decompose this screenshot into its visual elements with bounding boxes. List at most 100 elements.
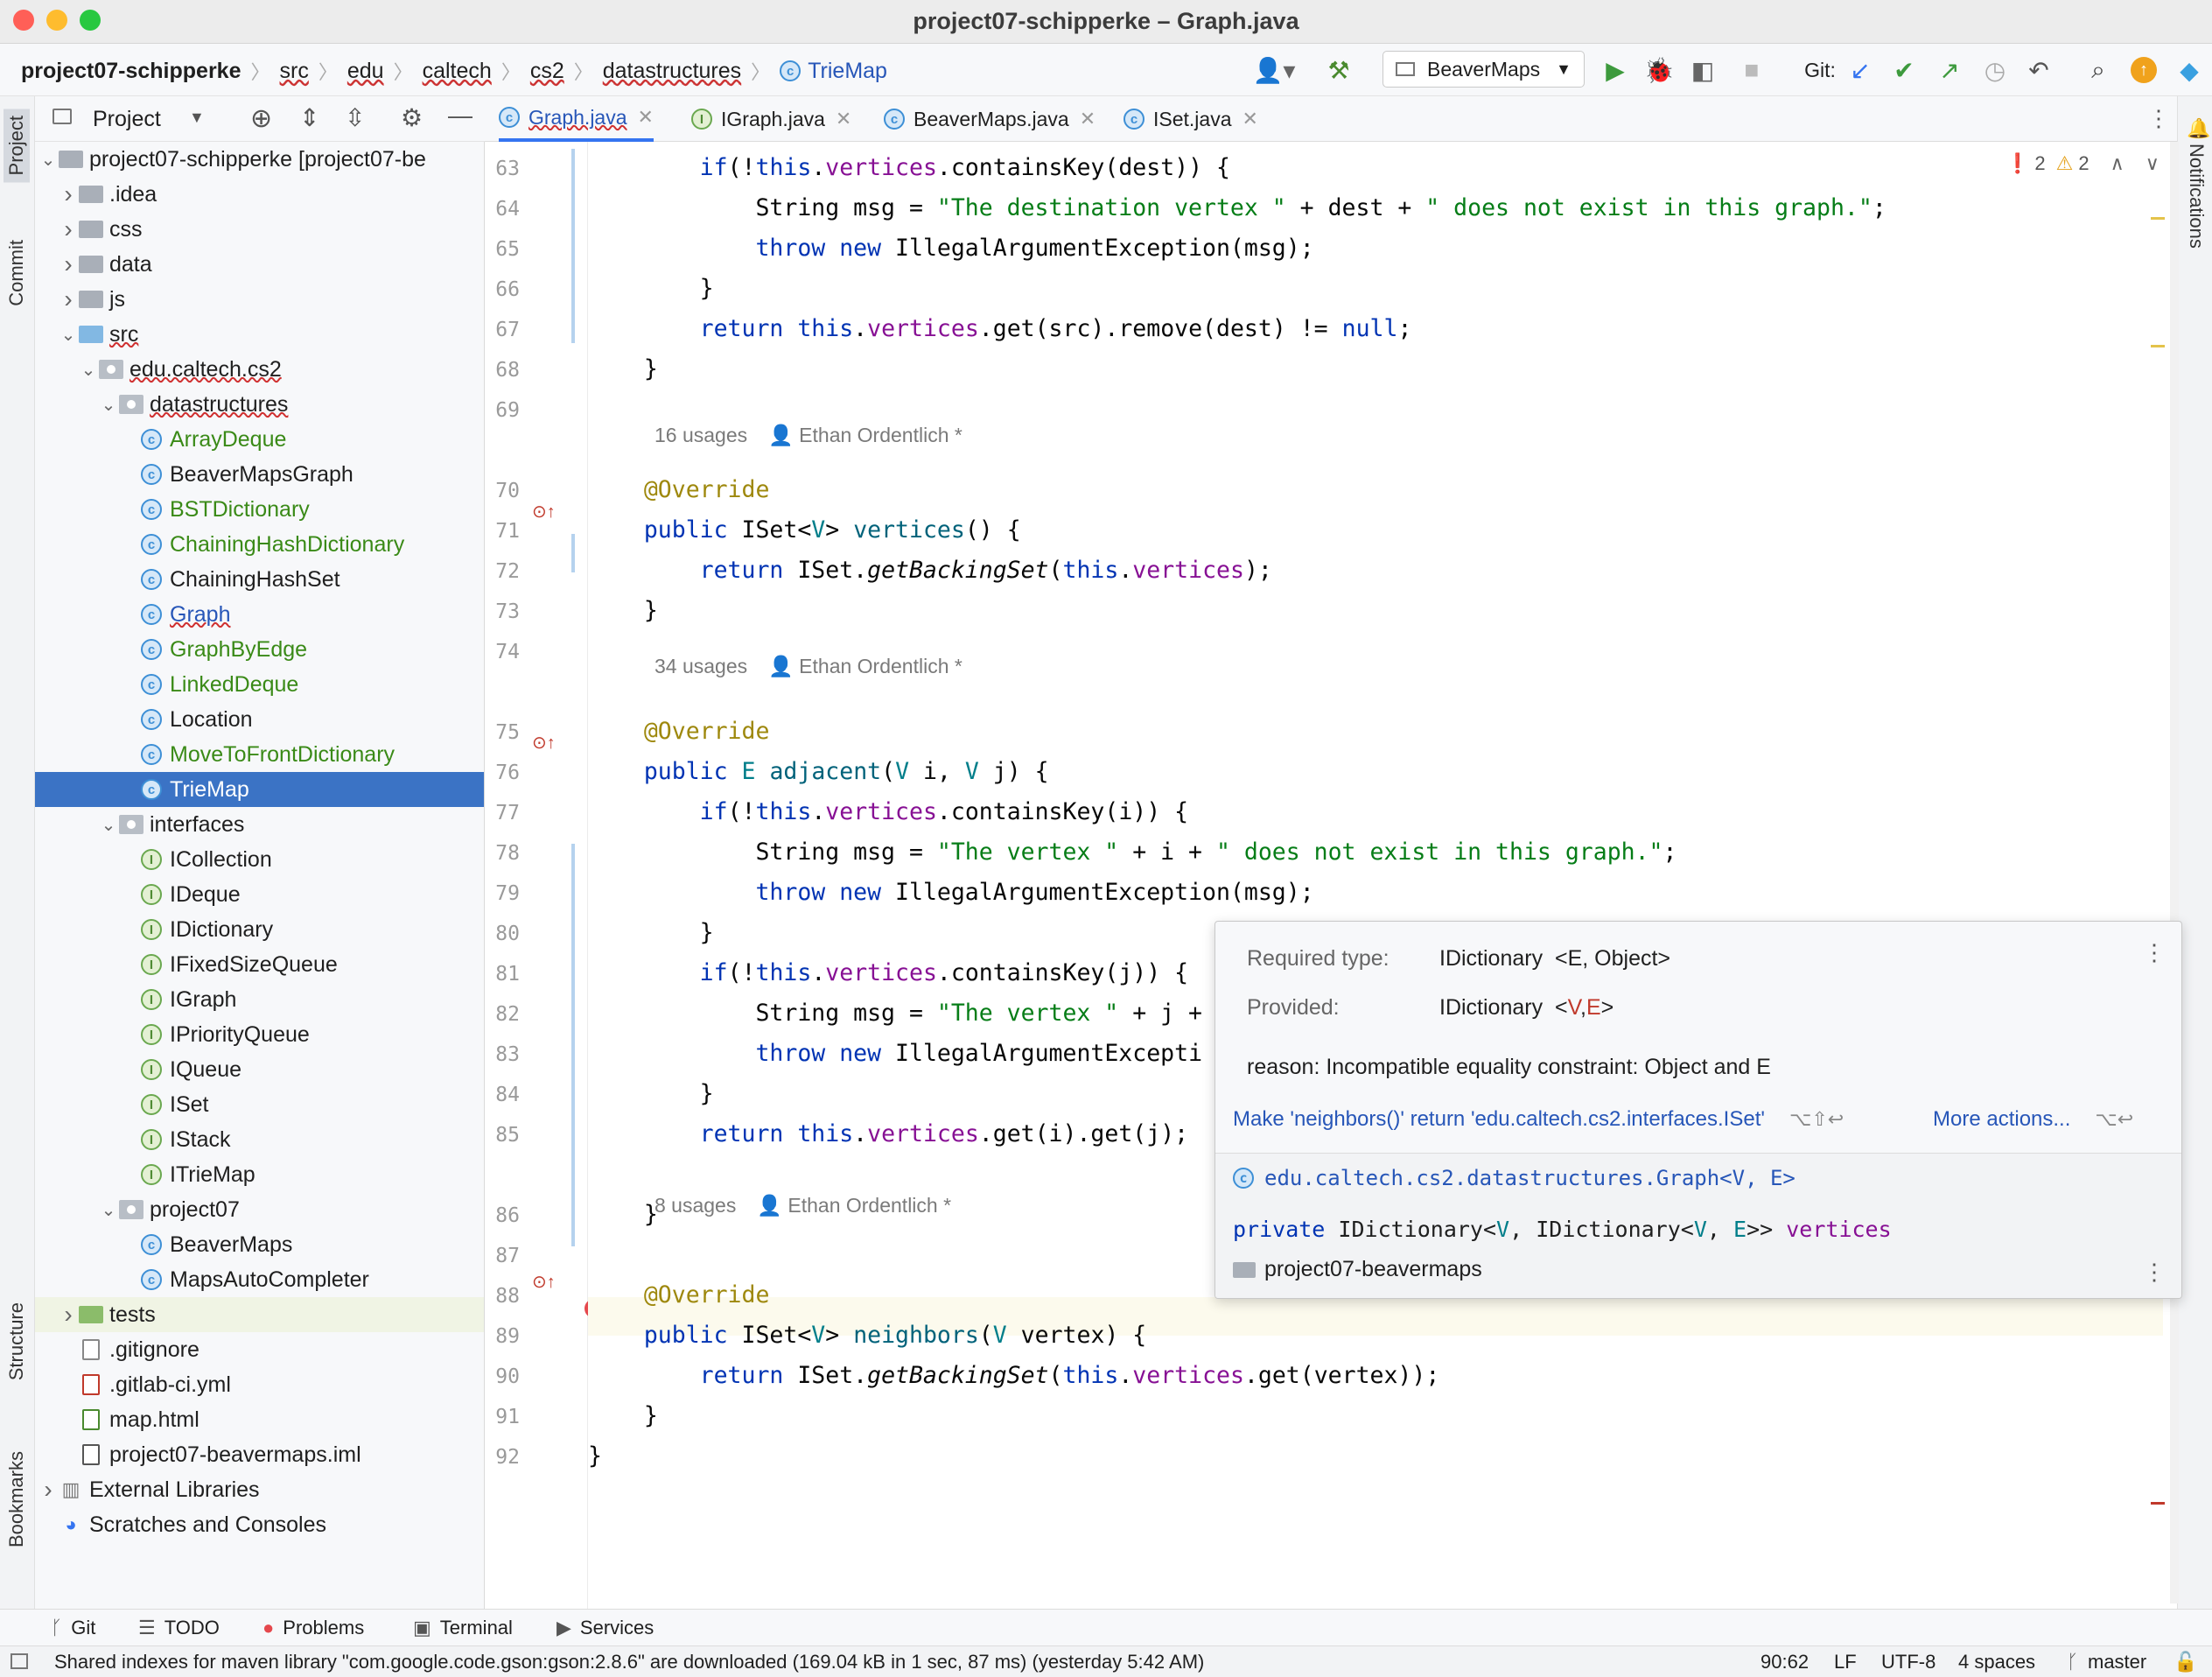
tree-item[interactable]: c MapsAutoCompleter [35, 1262, 484, 1297]
code-line[interactable]: } [588, 1442, 602, 1470]
chevron-down-icon[interactable]: ▼ [189, 109, 205, 127]
code-line[interactable]: throw new IllegalArgumentExcepti [588, 1040, 1202, 1067]
locate-file-icon[interactable]: ⊕ [250, 103, 272, 134]
breadcrumb-edu[interactable]: edu [347, 59, 384, 84]
tree-item[interactable]: map.html [35, 1402, 484, 1437]
chevron-right-icon[interactable]: › [59, 215, 78, 243]
code-line[interactable]: } [588, 355, 658, 382]
tree-item[interactable]: ⌄ datastructures [35, 387, 484, 422]
debug-icon[interactable]: 🐞 [1643, 54, 1675, 86]
breadcrumb-triemap[interactable]: TrieMap [808, 59, 887, 84]
breadcrumb-datastructures[interactable]: datastructures [603, 59, 741, 84]
tree-item[interactable]: .gitlab-ci.yml [35, 1367, 484, 1402]
breadcrumb-caltech[interactable]: caltech [423, 59, 492, 84]
tree-item[interactable]: › .idea [35, 177, 484, 212]
tree-item[interactable]: .gitignore [35, 1332, 484, 1367]
code-line[interactable]: public ISet<V> vertices() { [588, 516, 1021, 544]
tree-item[interactable]: c Location [35, 702, 484, 737]
todo-tool-button[interactable]: ☰ TODO [138, 1617, 220, 1639]
tree-item[interactable]: ⌄ project07 [35, 1192, 484, 1227]
expand-all-icon[interactable]: ⇕ [299, 103, 319, 132]
tree-item[interactable]: I ITrieMap [35, 1157, 484, 1192]
services-tool-button[interactable]: ▶ Services [556, 1617, 654, 1639]
tree-item[interactable]: c BeaverMapsGraph [35, 457, 484, 492]
code-line[interactable]: if(!this.vertices.containsKey(dest)) { [588, 154, 1230, 181]
gear-icon[interactable]: ⚙ [401, 103, 423, 132]
terminal-tool-button[interactable]: ▣ Terminal [413, 1617, 513, 1639]
vcs-change-marker[interactable] [571, 844, 575, 1246]
project-tool-button[interactable]: Project [4, 109, 30, 183]
tree-item[interactable]: c ArrayDeque [35, 422, 484, 457]
tree-item[interactable]: c LinkedDeque [35, 667, 484, 702]
tree-item[interactable]: project07-beavermaps.iml [35, 1437, 484, 1472]
code-line[interactable]: throw new IllegalArgumentException(msg); [588, 879, 1313, 906]
vcs-branch[interactable]: master [2088, 1651, 2146, 1673]
code-line[interactable]: @Override [588, 476, 770, 503]
tree-item[interactable]: I IDictionary [35, 912, 484, 947]
tree-item[interactable]: ⌄ src [35, 317, 484, 352]
tree-item[interactable]: I IDeque [35, 877, 484, 912]
code-line[interactable]: if(!this.vertices.containsKey(i)) { [588, 798, 1188, 825]
code-line[interactable]: throw new IllegalArgumentException(msg); [588, 235, 1313, 262]
chevron-right-icon[interactable]: › [59, 285, 78, 313]
tree-item[interactable]: › css [35, 212, 484, 247]
tree-item[interactable]: I ISet [35, 1087, 484, 1122]
problems-tool-button[interactable]: ● Problems [262, 1617, 364, 1639]
chevron-down-icon[interactable]: ⌄ [99, 814, 118, 836]
code-line[interactable]: return this.vertices.get(i).get(j); [588, 1120, 1188, 1147]
code-line[interactable]: String msg = "The vertex " + i + " does … [588, 838, 1676, 866]
code-line[interactable]: } [588, 1201, 658, 1228]
close-icon[interactable]: ✕ [836, 108, 851, 130]
tab-beavermaps-java[interactable]: c BeaverMaps.java ✕ [884, 96, 1096, 142]
tree-item[interactable]: c ChainingHashSet [35, 562, 484, 597]
run-icon[interactable]: ▶ [1600, 54, 1631, 86]
code-line[interactable]: if(!this.vertices.containsKey(j)) { [588, 959, 1188, 986]
git-commit-icon[interactable]: ✔ [1890, 54, 1918, 86]
tab-igraph-java[interactable]: I IGraph.java ✕ [691, 96, 851, 142]
tree-item[interactable]: c ChainingHashDictionary [35, 527, 484, 562]
coverage-icon[interactable]: ◧ [1687, 54, 1718, 86]
close-icon[interactable]: ✕ [638, 106, 654, 129]
breadcrumb-cs2[interactable]: cs2 [530, 59, 564, 84]
breadcrumb-project[interactable]: project07-schipperke [21, 59, 242, 84]
doc-options-icon[interactable]: ⋮ [2143, 1259, 2166, 1286]
previous-highlight-icon[interactable]: ∧ [2110, 152, 2124, 175]
build-hammer-icon[interactable]: ⚒ [1321, 54, 1356, 86]
code-line[interactable]: return ISet.getBackingSet(this.vertices)… [588, 557, 1272, 584]
tab-options-icon[interactable]: ⋮ [2147, 105, 2170, 132]
commit-tool-button[interactable]: Commit [5, 240, 28, 306]
update-icon[interactable]: ↑ [2128, 54, 2160, 86]
error-stripe-mark[interactable] [2151, 1502, 2165, 1505]
next-highlight-icon[interactable]: ∨ [2146, 152, 2160, 175]
code-line[interactable]: } [588, 275, 714, 302]
tree-item[interactable]: I IPriorityQueue [35, 1017, 484, 1052]
chevron-down-icon[interactable]: ⌄ [59, 324, 78, 346]
code-line[interactable]: } [588, 597, 658, 624]
implements-method-icon[interactable]: ⊙↑ [532, 501, 556, 523]
git-update-icon[interactable]: ↙ [1846, 54, 1874, 86]
git-tool-button[interactable]: ᚴ Git [51, 1617, 95, 1639]
code-line[interactable]: @Override [588, 718, 770, 745]
chevron-right-icon[interactable]: › [59, 180, 78, 208]
rollback-icon[interactable]: ↶ [2025, 54, 2053, 86]
breadcrumb-src[interactable]: src [280, 59, 309, 84]
tree-item[interactable]: c BeaverMaps [35, 1227, 484, 1262]
tree-item[interactable]: › data [35, 247, 484, 282]
code-line[interactable]: return ISet.getBackingSet(this.vertices.… [588, 1362, 1440, 1389]
structure-tool-button[interactable]: Structure [5, 1302, 28, 1380]
warning-stripe-mark[interactable] [2151, 217, 2165, 220]
vcs-change-marker[interactable] [571, 534, 575, 572]
tree-item[interactable]: c MoveToFrontDictionary [35, 737, 484, 772]
bookmarks-tool-button[interactable]: Bookmarks [5, 1451, 28, 1547]
tree-item[interactable]: I IFixedSizeQueue [35, 947, 484, 982]
run-configuration-select[interactable]: BeaverMaps ▼ [1382, 51, 1585, 88]
tree-item[interactable]: ◕ Scratches and Consoles [35, 1507, 484, 1542]
code-line[interactable]: } [588, 1080, 714, 1107]
code-editor[interactable]: if(!this.vertices.containsKey(dest)) { S… [588, 142, 2179, 1609]
user-account-icon[interactable]: 👤▾ [1250, 54, 1298, 86]
chevron-down-icon[interactable]: ⌄ [79, 359, 98, 381]
tab-graph-java[interactable]: c Graph.java ✕ [499, 96, 654, 142]
implements-method-icon[interactable]: ⊙↑ [532, 1271, 556, 1293]
status-message[interactable]: Shared indexes for maven library "com.go… [54, 1651, 1204, 1673]
tree-item[interactable]: ⌄ interfaces [35, 807, 484, 842]
